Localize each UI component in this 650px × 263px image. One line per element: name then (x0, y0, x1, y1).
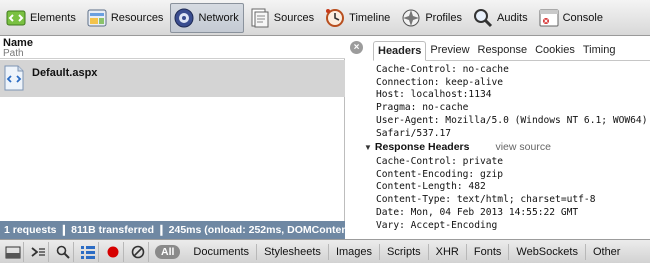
list-icon (80, 245, 95, 259)
tab-console[interactable]: Console (535, 3, 608, 33)
tab-resources[interactable]: Resources (83, 3, 169, 33)
tab-cookies[interactable]: Cookies (531, 41, 579, 61)
tab-headers[interactable]: Headers (373, 41, 427, 61)
header-line: Safari/537.17 (376, 127, 452, 139)
filter-scripts[interactable]: Scripts (380, 243, 429, 260)
filter-fonts[interactable]: Fonts (467, 243, 510, 260)
tab-elements[interactable]: Elements (2, 3, 81, 33)
network-summary: 1 requests ❙ 811B transferred ❙ 245ms (o… (0, 221, 345, 239)
tab-sources-label: Sources (273, 11, 315, 24)
record-button[interactable] (102, 241, 124, 262)
search-button[interactable] (52, 241, 74, 262)
tab-profiles-label: Profiles (425, 11, 462, 24)
tab-response[interactable]: Response (474, 41, 532, 61)
record-icon (107, 246, 118, 257)
search-icon (56, 245, 70, 259)
header-line: Host: localhost:1134 (376, 89, 492, 101)
name-column-title: Name (3, 37, 33, 49)
header-line: Content-Encoding: gzip (376, 168, 504, 180)
tab-audits[interactable]: Audits (469, 3, 533, 33)
filter-stylesheets[interactable]: Stylesheets (257, 243, 329, 260)
filter-documents[interactable]: Documents (186, 243, 258, 260)
path-column-subtitle: Path (3, 48, 24, 59)
header-line: Content-Length: 482 (376, 181, 486, 193)
console-icon (538, 7, 560, 29)
header-line: Pragma: no-cache (376, 102, 469, 114)
table-row[interactable]: Default.aspx (0, 60, 345, 97)
filter-all[interactable]: All (155, 244, 181, 259)
request-details: × Headers Preview Response Cookies Timin… (346, 37, 650, 239)
filter-other[interactable]: Other (586, 244, 628, 260)
resources-icon (86, 7, 108, 29)
network-icon (173, 7, 195, 29)
tab-network-label: Network (198, 11, 239, 24)
tab-resources-label: Resources (110, 11, 164, 24)
elements-icon (5, 7, 27, 29)
header-line: Date: Mon, 04 Feb 2013 14:55:22 GMT (376, 206, 579, 218)
profiles-icon (400, 7, 422, 29)
tab-console-label: Console (562, 11, 603, 24)
tab-timing[interactable]: Timing (579, 41, 620, 61)
filter-xhr[interactable]: XHR (429, 243, 467, 260)
timeline-icon (324, 7, 346, 29)
tab-timeline-label: Timeline (349, 11, 391, 24)
clear-button[interactable] (127, 241, 149, 262)
header-line: Connection: keep-alive (376, 76, 504, 88)
tab-preview[interactable]: Preview (426, 41, 473, 61)
document-icon (3, 65, 25, 91)
triangle-down-icon[interactable]: ▼ (364, 143, 372, 152)
detail-tabs: Headers Preview Response Cookies Timing (373, 41, 650, 61)
tab-sources[interactable]: Sources (246, 3, 319, 33)
large-rows-button[interactable] (77, 241, 99, 262)
close-icon[interactable]: × (350, 41, 363, 54)
panel-toolbar: Elements Resources Network Sources Timel… (0, 0, 650, 36)
response-headers-title: Response Headers (374, 141, 470, 153)
console-drawer-button[interactable] (27, 241, 49, 262)
name-column-header[interactable]: Name Path (0, 37, 345, 59)
view-source-link[interactable]: view source (495, 141, 550, 153)
tab-timeline[interactable]: Timeline (321, 3, 395, 33)
response-headers-section[interactable]: ▼ Response Headers view source (364, 141, 551, 153)
filter-websockets[interactable]: WebSockets (509, 243, 586, 260)
request-headers: Cache-Control: no-cache Connection: keep… (376, 64, 650, 140)
header-line: User-Agent: Mozilla/5.0 (Windows NT 6.1;… (376, 114, 648, 126)
dock-toggle-button[interactable] (2, 241, 24, 262)
request-list: Name Path Default.aspx (0, 37, 345, 221)
tab-audits-label: Audits (497, 11, 528, 24)
tab-elements-label: Elements (30, 11, 76, 24)
request-name: Default.aspx (32, 67, 98, 79)
status-bar: All Documents Stylesheets Images Scripts… (0, 239, 650, 263)
filter-images[interactable]: Images (329, 243, 381, 260)
header-line: Vary: Accept-Encoding (376, 219, 498, 231)
header-line: Cache-Control: private (376, 156, 504, 167)
tab-network[interactable]: Network (170, 2, 244, 33)
sources-icon (249, 7, 271, 29)
clear-icon (131, 245, 144, 258)
prompt-icon (30, 246, 45, 257)
audits-icon (472, 7, 494, 29)
response-headers: Cache-Control: private Content-Encoding:… (376, 156, 650, 232)
dock-icon (5, 246, 20, 258)
tab-profiles[interactable]: Profiles (397, 3, 467, 33)
header-line: Content-Type: text/html; charset=utf-8 (376, 194, 596, 206)
header-line: Cache-Control: no-cache (376, 64, 509, 75)
